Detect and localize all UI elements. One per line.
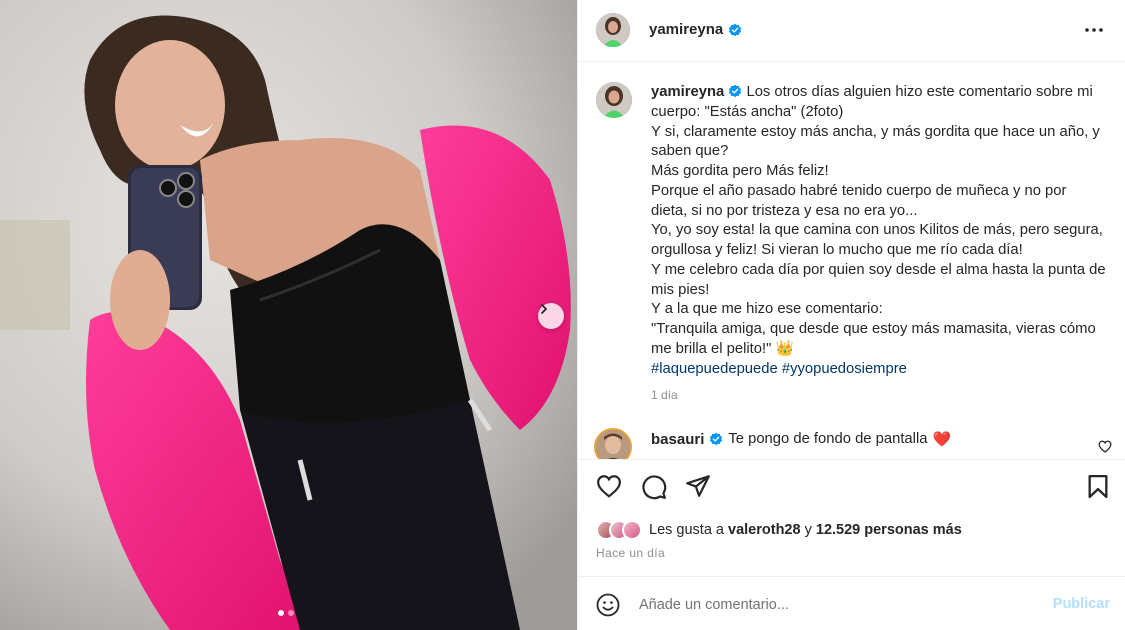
save-bookmark-icon[interactable] <box>1087 474 1109 499</box>
post-media[interactable] <box>0 0 577 630</box>
comment-text: Te pongo de fondo de pantalla <box>728 431 928 447</box>
add-comment-bar: Publicar <box>578 576 1125 630</box>
like-comment-heart-icon[interactable] <box>1098 440 1112 453</box>
post-header: yamireyna <box>578 0 1125 62</box>
hashtag-link[interactable]: #laquepuedepuede <box>651 361 778 377</box>
caption-line: "Tranquila amiga, que desde que estoy má… <box>651 321 1096 357</box>
caption-first-line: yamireyna Los otros días alguien hizo es… <box>651 83 1106 123</box>
avatar[interactable] <box>596 13 630 47</box>
slide-dot-active <box>278 610 284 616</box>
slide-indicator <box>278 610 294 616</box>
avatar-image <box>596 82 632 118</box>
verified-badge-icon <box>710 432 723 446</box>
caption-line: Y a la que me hizo ese comentario: <box>651 301 883 318</box>
likes-prefix: Les gusta a <box>649 522 724 538</box>
likes-user[interactable]: valeroth28 <box>728 522 801 538</box>
post-actions: Les gusta a valeroth28 y 12.529 personas… <box>578 459 1125 576</box>
comment-avatar[interactable] <box>594 428 632 459</box>
avatar-image <box>596 430 630 459</box>
caption-hashtags: #laquepuedepuede #yyopuedosiempre <box>651 360 1106 380</box>
caption-timestamp[interactable]: 1 día <box>651 388 678 402</box>
liker-avatar <box>622 520 642 540</box>
likes-connector: y <box>804 522 812 538</box>
share-send-icon[interactable] <box>685 474 711 498</box>
caption-username[interactable]: yamireyna <box>651 84 724 100</box>
add-comment-input[interactable] <box>639 593 1019 617</box>
comments-list[interactable]: yamireyna Los otros días alguien hizo es… <box>578 62 1125 459</box>
comment-emoji: ❤️ <box>932 432 951 448</box>
verified-badge-icon <box>729 23 742 36</box>
more-options-button[interactable] <box>1082 18 1106 42</box>
caption-line: Y me celebro cada día por quien soy desd… <box>651 261 1106 298</box>
caption-line: Más gordita pero Más feliz! <box>651 163 829 179</box>
verified-badge-icon <box>729 84 742 98</box>
likes-count[interactable]: 12.529 personas más <box>816 522 962 538</box>
header-username-row: yamireyna <box>649 21 742 38</box>
post-caption: yamireyna Los otros días alguien hizo es… <box>651 83 1106 379</box>
avatar-image <box>596 13 630 47</box>
hashtag-link[interactable]: #yyopuedosiempre <box>782 361 907 377</box>
header-username[interactable]: yamireyna <box>649 21 723 38</box>
more-dots-icon <box>1085 28 1103 32</box>
post-side-panel: yamireyna yamireyna Los otros días algui… <box>577 0 1125 630</box>
caption-line: Yo, yo soy esta! la que camina con unos … <box>651 222 1103 258</box>
like-heart-icon[interactable] <box>596 474 622 498</box>
caption-line: Porque el año pasado habré tenido cuerpo… <box>651 182 1067 219</box>
emoji-icon[interactable] <box>596 593 620 617</box>
caption-line: Y si, claramente estoy más ancha, y más … <box>651 123 1100 160</box>
comment-bubble-icon[interactable] <box>641 474 667 500</box>
comment-row: basauri Te pongo de fondo de pantalla ❤️ <box>651 430 951 449</box>
caption-avatar[interactable] <box>596 82 632 118</box>
next-slide-button[interactable] <box>538 303 564 329</box>
likes-summary: Les gusta a valeroth28 y 12.529 personas… <box>596 520 962 540</box>
publish-button[interactable]: Publicar <box>1053 596 1110 612</box>
post-photo <box>0 0 577 630</box>
chevron-right-icon <box>541 304 547 314</box>
comment-username[interactable]: basauri <box>651 431 704 448</box>
post-timestamp[interactable]: Hace un día <box>596 546 665 560</box>
likes-text: Les gusta a valeroth28 y 12.529 personas… <box>649 522 962 538</box>
slide-dot <box>288 610 294 616</box>
